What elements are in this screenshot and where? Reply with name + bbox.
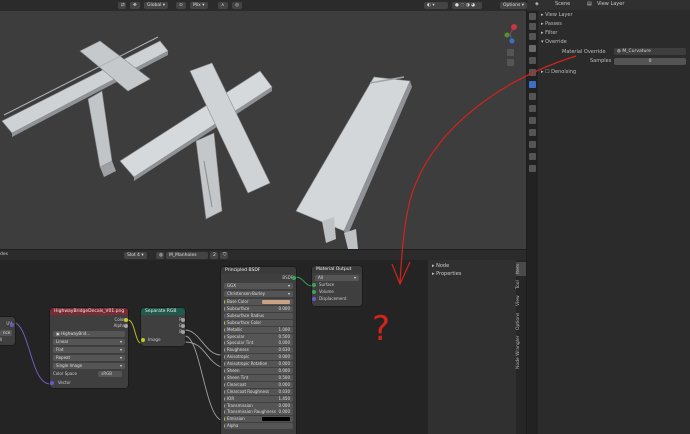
red-annotation-arrow [391,55,577,286]
question-mark-annotation: ? [372,309,391,349]
